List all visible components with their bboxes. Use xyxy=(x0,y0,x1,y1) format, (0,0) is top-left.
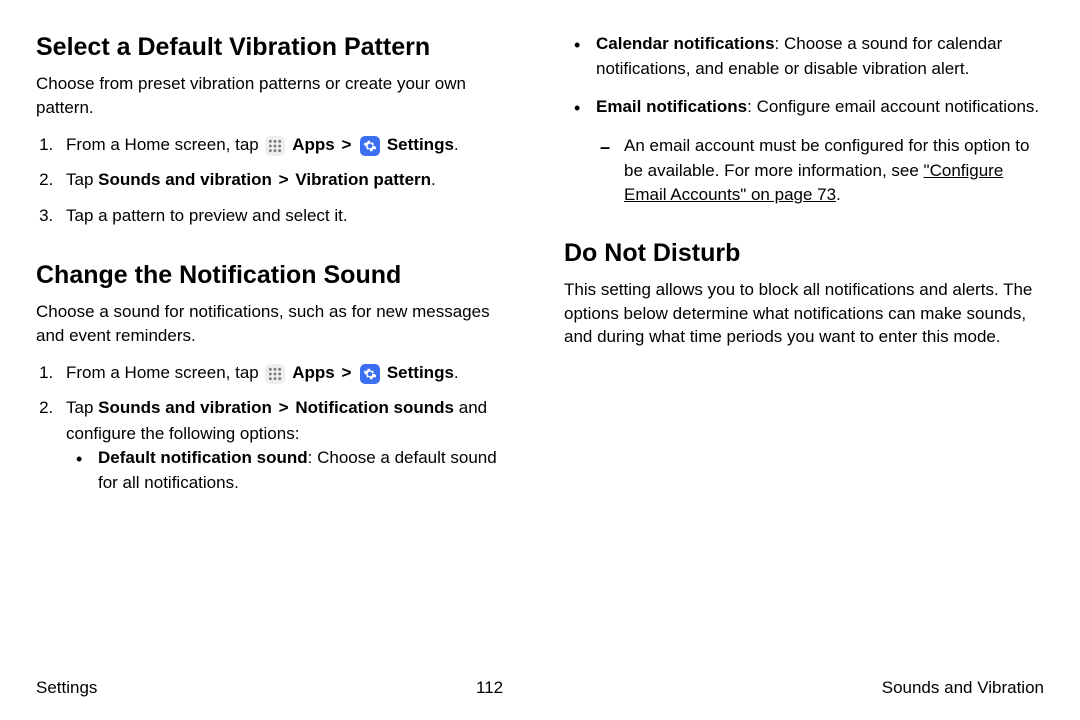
apps-icon xyxy=(265,136,285,156)
intro-vibration: Choose from preset vibration patterns or… xyxy=(36,72,516,120)
intro-notification-sound: Choose a sound for notifications, such a… xyxy=(36,300,516,348)
bullet-default-sound: Default notification sound: Choose a def… xyxy=(90,446,516,495)
steps-vibration: From a Home screen, tap Apps > Settings.… xyxy=(36,132,516,229)
footer-topic: Sounds and Vibration xyxy=(882,678,1044,698)
step-1: From a Home screen, tap Apps > Settings. xyxy=(58,132,516,158)
heading-notification-sound: Change the Notification Sound xyxy=(36,260,516,290)
settings-label: Settings xyxy=(387,135,454,154)
page-number: 112 xyxy=(476,678,503,698)
bullet-calendar: Calendar notifications: Choose a sound f… xyxy=(588,32,1044,81)
left-column: Select a Default Vibration Pattern Choos… xyxy=(36,32,516,652)
page-footer: Settings 112 Sounds and Vibration xyxy=(36,678,1044,698)
apps-label: Apps xyxy=(292,135,335,154)
bullet-email: Email notifications: Configure email acc… xyxy=(588,95,1044,208)
step-3: Tap a pattern to preview and select it. xyxy=(58,203,516,229)
chevron-icon: > xyxy=(279,398,289,417)
settings-label: Settings xyxy=(387,363,454,382)
heading-do-not-disturb: Do Not Disturb xyxy=(564,238,1044,268)
apps-label: Apps xyxy=(292,363,335,382)
sub-bullet-email-account: An email account must be configured for … xyxy=(616,134,1044,208)
right-column: Calendar notifications: Choose a sound f… xyxy=(564,32,1044,652)
gear-icon xyxy=(360,364,380,384)
heading-vibration-pattern: Select a Default Vibration Pattern xyxy=(36,32,516,62)
apps-icon xyxy=(265,364,285,384)
gear-icon xyxy=(360,136,380,156)
footer-section: Settings xyxy=(36,678,97,698)
step-2b: Tap Sounds and vibration > Notification … xyxy=(58,395,516,495)
chevron-icon: > xyxy=(341,135,351,154)
steps-notification-sound: From a Home screen, tap Apps > Settings.… xyxy=(36,360,516,496)
notification-options-continued: Calendar notifications: Choose a sound f… xyxy=(564,32,1044,208)
step-1b: From a Home screen, tap Apps > Settings. xyxy=(58,360,516,386)
step-2: Tap Sounds and vibration > Vibration pat… xyxy=(58,167,516,193)
chevron-icon: > xyxy=(341,363,351,382)
chevron-icon: > xyxy=(279,170,289,189)
intro-dnd: This setting allows you to block all not… xyxy=(564,278,1044,349)
